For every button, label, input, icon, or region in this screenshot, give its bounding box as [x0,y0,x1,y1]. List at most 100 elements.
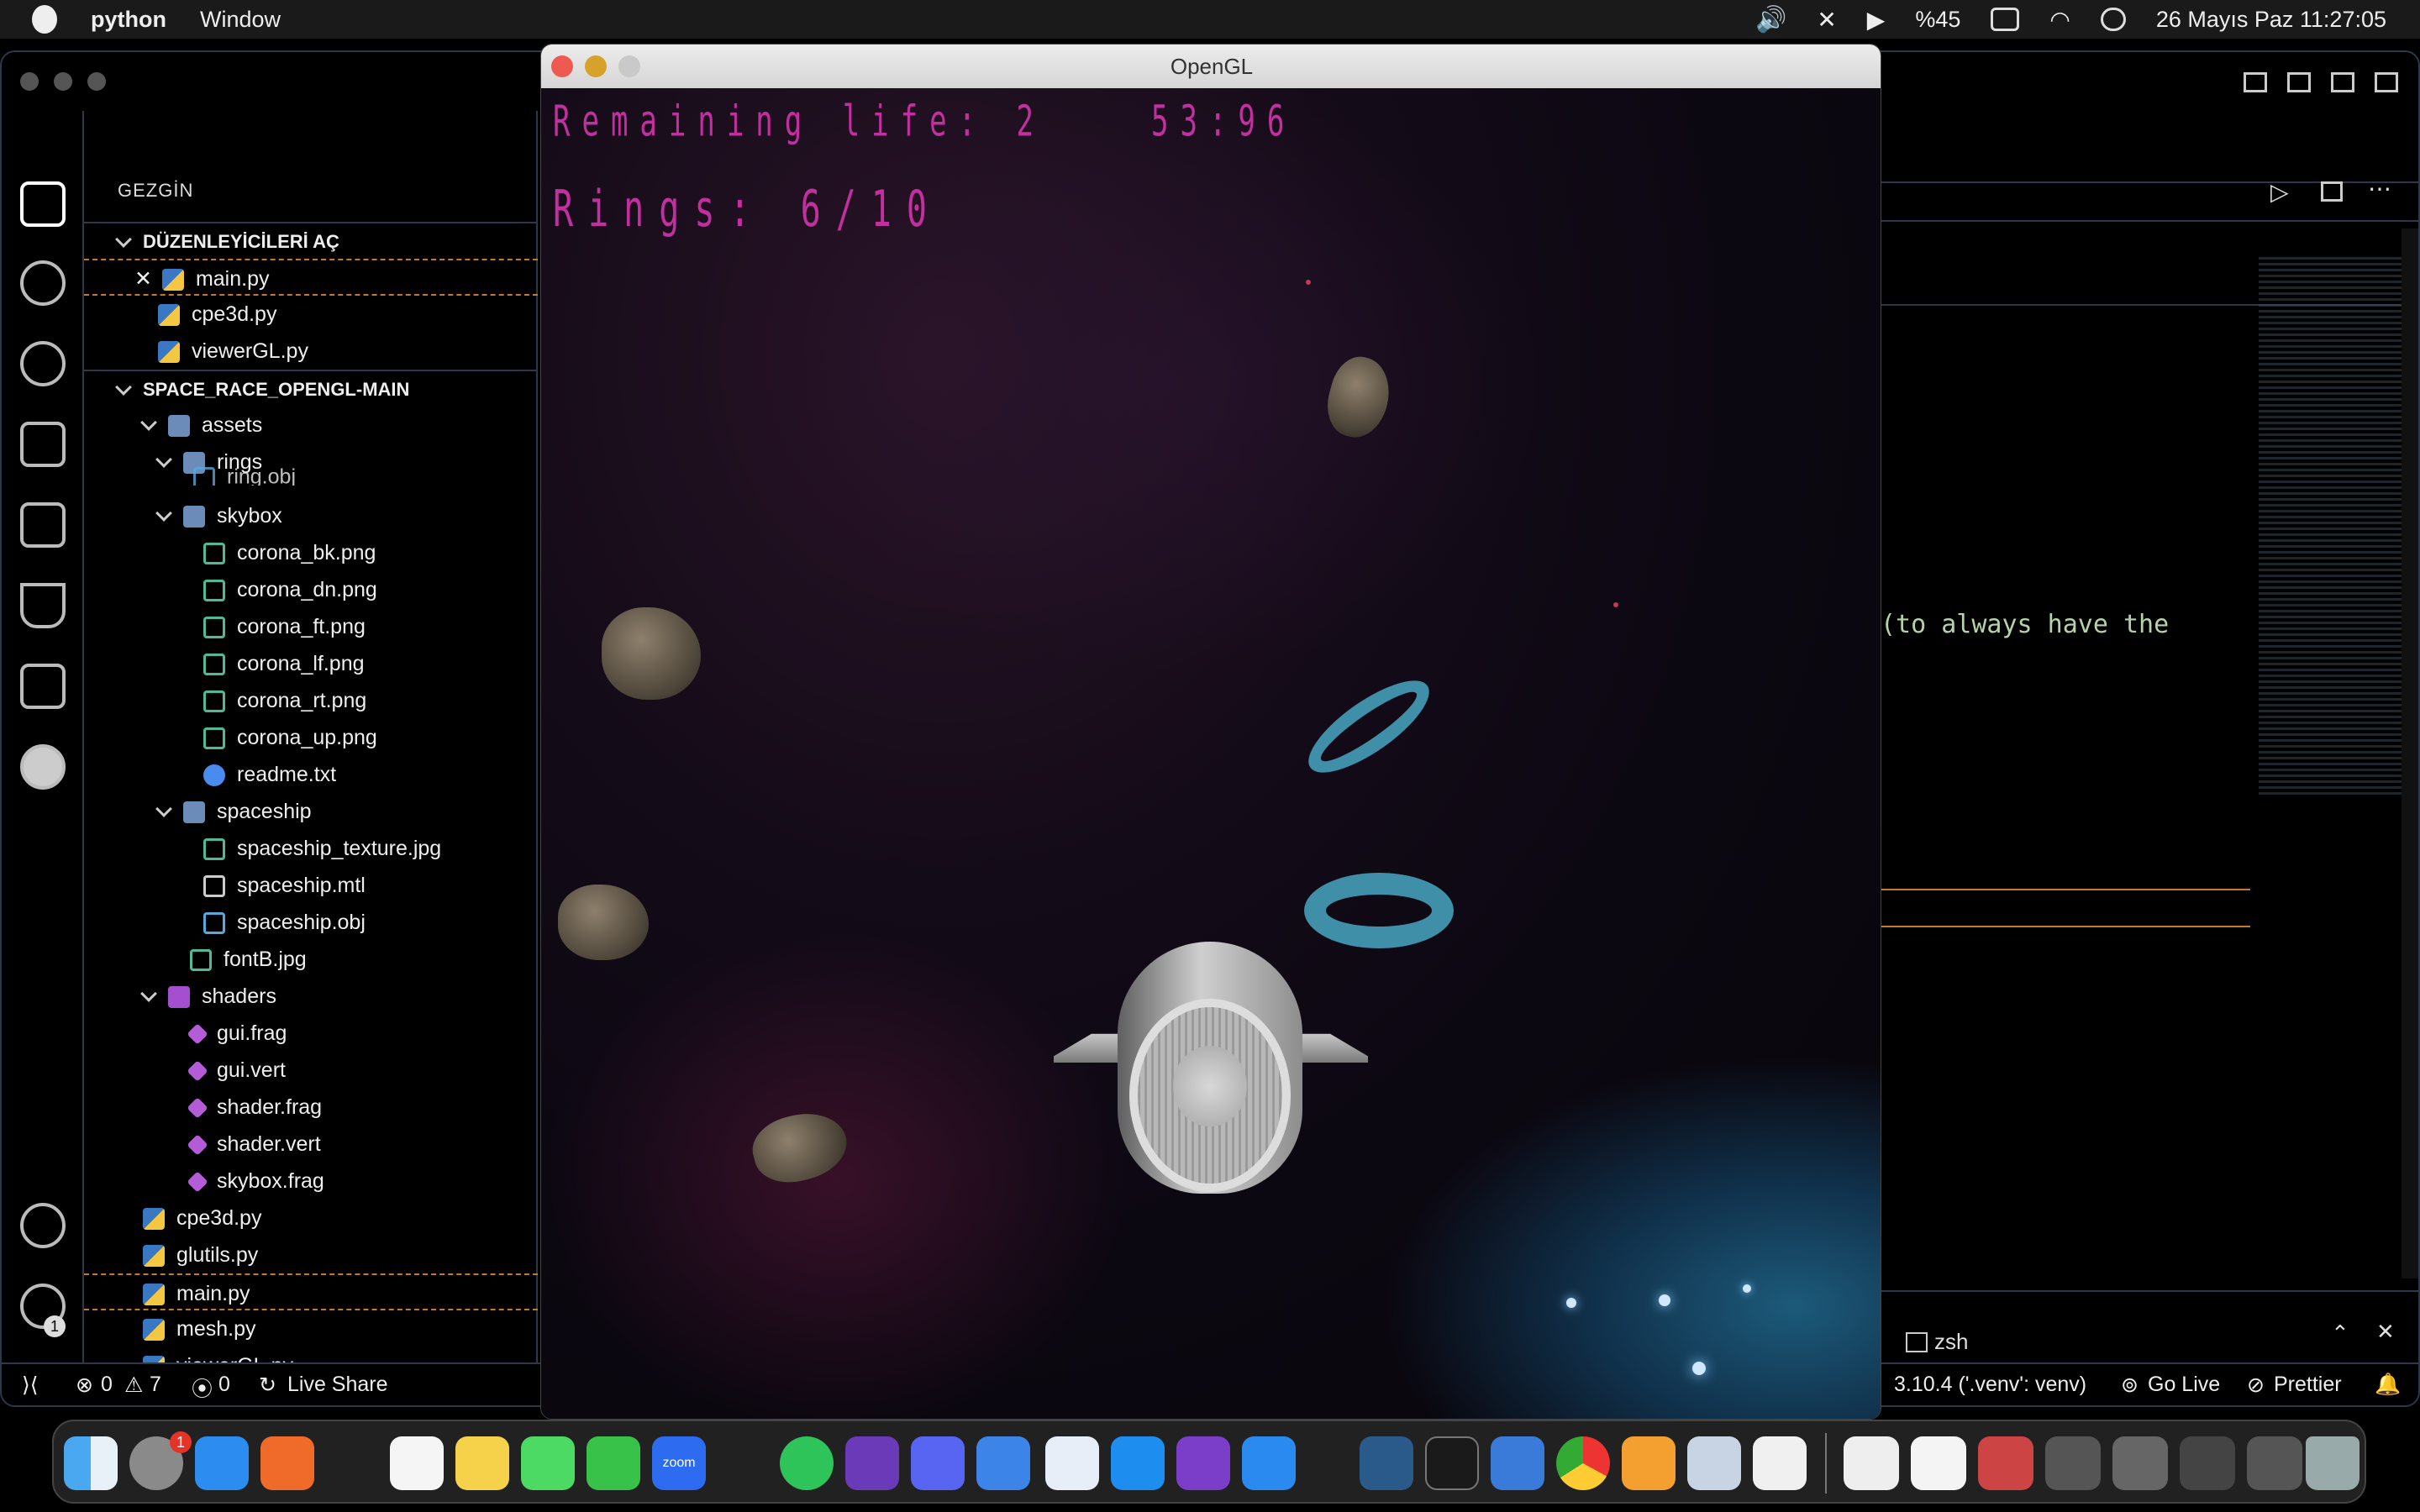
live-share-button[interactable]: Live Share [287,1373,388,1397]
tree-file-ring-obj[interactable]: ring.obj [84,467,538,486]
recent-window-thumbnail[interactable] [2045,1436,2101,1490]
window-menu[interactable]: Window [200,7,281,33]
recent-window-thumbnail[interactable] [1844,1436,1899,1490]
xcode-icon[interactable] [1491,1436,1544,1490]
testing-icon[interactable] [20,583,66,628]
tree-file[interactable]: spaceship.mtl [84,867,538,904]
toggle-sidebar-icon[interactable] [2244,72,2267,92]
app-icon[interactable] [976,1436,1030,1490]
minimap[interactable] [2259,257,2402,795]
tree-file[interactable]: corona_rt.png [84,682,538,719]
tree-file[interactable]: gui.frag [84,1015,538,1052]
warning-icon[interactable]: ⚠ [124,1373,143,1398]
tree-file[interactable]: cpe3d.py [84,1200,538,1236]
tree-folder-shaders[interactable]: shaders [84,978,538,1015]
tree-file[interactable]: spaceship_texture.jpg [84,830,538,867]
visual-studio-icon[interactable] [1176,1436,1230,1490]
prettier-icon[interactable]: ⊘ [2247,1373,2265,1398]
more-actions-icon[interactable]: ⋯ [2368,175,2391,202]
opengl-close-button[interactable] [551,55,573,77]
opengl-zoom-button[interactable] [618,55,640,77]
vscode-zoom-button[interactable] [87,72,106,91]
app-name-menu[interactable]: python [91,7,166,33]
wifi-icon[interactable]: ◠ [2049,6,2070,34]
vscode-close-button[interactable] [20,72,39,91]
tree-folder-skybox[interactable]: skybox [84,497,538,534]
recent-window-thumbnail[interactable] [1911,1436,1966,1490]
database-app-icon[interactable] [1045,1436,1099,1490]
remote-icon[interactable]: ⟩⟨ [22,1373,39,1398]
remote-share-icon[interactable] [20,664,66,709]
mysql-workbench-icon[interactable] [1360,1436,1413,1490]
control-center-icon[interactable] [2100,8,2126,31]
facetime-icon[interactable] [587,1436,640,1490]
tree-file[interactable]: corona_dn.png [84,571,538,608]
prettier-button[interactable]: Prettier [2274,1373,2342,1397]
toggle-panel-icon[interactable] [2287,72,2311,92]
pages-icon[interactable] [1622,1436,1676,1490]
close-panel-icon[interactable]: ✕ [2376,1319,2395,1345]
source-control-icon[interactable] [20,341,66,386]
split-editor-icon[interactable] [2321,181,2343,202]
finder-icon[interactable] [64,1436,118,1490]
whatsapp-icon[interactable] [780,1436,834,1490]
app-store-icon[interactable] [195,1436,249,1490]
go-live-button[interactable]: Go Live [2148,1373,2220,1397]
document-icon[interactable] [1753,1436,1807,1490]
accounts-icon[interactable] [20,1203,66,1248]
recent-window-thumbnail[interactable] [2180,1436,2235,1490]
github-icon[interactable] [20,744,66,790]
search-icon[interactable] [20,260,66,306]
warning-count[interactable]: 7 [150,1373,161,1397]
tree-file[interactable]: corona_lf.png [84,645,538,682]
tree-file[interactable]: corona_ft.png [84,608,538,645]
explorer-icon[interactable] [20,181,66,227]
play-circle-icon[interactable]: ▶ [1867,6,1886,34]
tree-file[interactable]: shader.frag [84,1089,538,1126]
terminal-tab-zsh[interactable]: zsh [1934,1329,1968,1355]
project-header[interactable]: SPACE_RACE_OPENGL-MAIN [84,370,538,407]
trash-icon[interactable] [2306,1436,2360,1490]
open-editors-header[interactable]: DÜZENLEYİCİLERİ AÇ [84,222,538,259]
github-desktop-icon[interactable] [845,1436,899,1490]
tree-file[interactable]: shader.vert [84,1126,538,1163]
tree-file-selected[interactable]: main.py [84,1273,538,1310]
tree-file[interactable]: spaceship.obj [84,904,538,941]
ports-icon[interactable]: ⦿ [192,1373,213,1403]
vscode-icon[interactable] [1242,1436,1296,1490]
tree-file[interactable]: fontB.jpg [84,941,538,978]
tree-folder-spaceship[interactable]: spaceship [84,793,538,830]
tree-file[interactable]: corona_up.png [84,719,538,756]
tree-folder-assets[interactable]: assets [84,407,538,444]
notifications-bell-icon[interactable]: 🔔 [2375,1373,2401,1397]
run-debug-icon[interactable] [20,422,66,467]
preview-icon[interactable] [1687,1436,1741,1490]
menubar-clock[interactable]: 26 Mayıs Paz 11:27:05 [2156,7,2386,33]
tree-file[interactable]: glutils.py [84,1236,538,1273]
go-live-icon[interactable]: ⊚ [2121,1373,2139,1398]
mic-muted-icon[interactable]: ✕ [1817,6,1836,34]
open-editor-viewergl-py[interactable]: viewerGL.py [84,333,538,370]
recent-window-thumbnail[interactable] [1978,1436,2033,1490]
volume-icon[interactable]: 🔊 [1755,5,1786,34]
docker-icon[interactable] [1111,1436,1165,1490]
terminal-app-icon[interactable] [1425,1436,1479,1490]
brave-browser-icon[interactable] [260,1436,314,1490]
battery-icon[interactable] [1991,8,2020,31]
discord-icon[interactable] [911,1436,965,1490]
extensions-icon[interactable] [20,502,66,548]
customize-layout-icon[interactable] [2375,72,2398,92]
zoom-icon[interactable]: zoom [652,1436,706,1490]
maximize-panel-icon[interactable]: ⌃ [2331,1320,2349,1347]
open-editor-cpe3d-py[interactable]: cpe3d.py [84,296,538,333]
opengl-minimize-button[interactable] [585,55,607,77]
close-icon[interactable]: ✕ [134,267,152,291]
notes-icon[interactable] [390,1436,444,1490]
tree-file[interactable]: mesh.py [84,1310,538,1347]
run-icon[interactable]: ▷ [2270,178,2289,206]
stickies-icon[interactable] [455,1436,509,1490]
toggle-secondary-sidebar-icon[interactable] [2331,72,2354,92]
tree-file[interactable]: gui.vert [84,1052,538,1089]
open-editor-main-py[interactable]: ✕ main.py [84,259,538,296]
chrome-icon[interactable] [1556,1436,1610,1490]
